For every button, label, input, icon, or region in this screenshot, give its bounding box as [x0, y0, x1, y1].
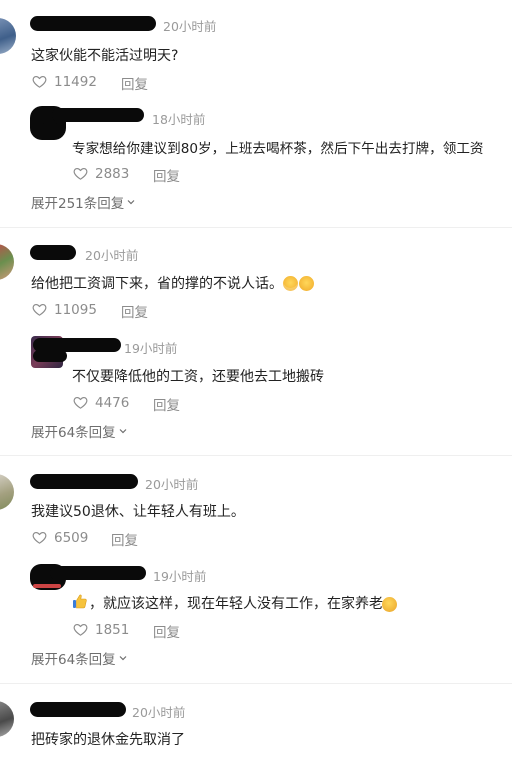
username-redacted[interactable] — [52, 108, 144, 122]
comment-time: 20小时前 — [85, 248, 139, 263]
heart-outline-icon — [73, 623, 88, 636]
reply-button[interactable]: 回复 — [153, 165, 180, 185]
like-count: 6509 — [54, 529, 89, 546]
username-redacted[interactable] — [30, 702, 126, 717]
like-button[interactable]: 4476 — [72, 394, 129, 411]
face-covering-emoji-icon — [382, 595, 397, 614]
reply-time: 19小时前 — [153, 569, 207, 584]
like-count: 4476 — [95, 394, 130, 411]
like-button[interactable]: 1851 — [72, 621, 129, 638]
comment-time: 20小时前 — [145, 477, 199, 492]
heart-outline-icon — [32, 531, 47, 544]
reply-text: 专家想给你建议到80岁，上班去喝杯茶，然后下午出去打牌，领工资 — [72, 141, 484, 157]
avatar[interactable] — [0, 18, 16, 54]
comment-text: 把砖家的退休金先取消了 — [31, 732, 185, 748]
reply-text: ，就应该这样，现在年轻人没有工作，在家养老 — [89, 596, 383, 612]
expand-replies-label: 展开251条回复 — [31, 196, 125, 212]
heart-outline-icon — [73, 167, 88, 180]
username-redacted[interactable] — [30, 245, 76, 260]
comment-text: 这家伙能不能活过明天? — [31, 48, 179, 64]
like-count: 1851 — [95, 621, 130, 638]
username-redacted[interactable] — [30, 474, 138, 489]
chevron-down-icon — [127, 200, 135, 205]
avatar[interactable] — [0, 244, 14, 280]
like-button[interactable]: 11095 — [31, 301, 97, 318]
comment-text: 给他把工资调下来，省的撑的不说人话。 — [31, 276, 283, 292]
heart-outline-icon — [32, 303, 47, 316]
grinning-emoji-icon — [283, 274, 314, 293]
comment-time: 20小时前 — [132, 705, 186, 720]
avatar — [33, 584, 61, 588]
expand-replies-button[interactable]: 展开64条回复 — [31, 421, 128, 441]
reply-button[interactable]: 回复 — [111, 529, 138, 549]
chevron-down-icon — [119, 656, 127, 661]
like-count: 11095 — [54, 301, 97, 318]
avatar[interactable] — [0, 474, 14, 510]
reply-button[interactable]: 回复 — [153, 621, 180, 641]
divider — [0, 455, 512, 456]
username-redacted[interactable] — [30, 16, 156, 31]
like-count: 11492 — [54, 73, 97, 90]
username-redacted[interactable] — [33, 350, 67, 362]
reply-time: 18小时前 — [152, 112, 206, 127]
thumbs-up-emoji-icon — [72, 593, 88, 609]
divider — [0, 227, 512, 228]
like-button[interactable]: 6509 — [31, 529, 88, 546]
heart-outline-icon — [32, 75, 47, 88]
reply-button[interactable]: 回复 — [121, 73, 148, 93]
like-button[interactable]: 2883 — [72, 165, 129, 182]
username-redacted[interactable] — [50, 566, 146, 580]
avatar[interactable] — [0, 701, 14, 737]
reply-button[interactable]: 回复 — [121, 301, 148, 321]
reply-time: 19小时前 — [124, 341, 178, 356]
expand-replies-label: 展开64条回复 — [31, 652, 116, 668]
expand-replies-button[interactable]: 展开251条回复 — [31, 192, 136, 212]
chevron-down-icon — [119, 429, 127, 434]
comment-text: 我建议50退休、让年轻人有班上。 — [31, 504, 245, 520]
expand-replies-button[interactable]: 展开64条回复 — [31, 648, 128, 668]
heart-outline-icon — [73, 396, 88, 409]
username-redacted[interactable] — [40, 123, 60, 135]
divider — [0, 683, 512, 684]
reply-text: 不仅要降低他的工资，还要他去工地搬砖 — [72, 369, 324, 385]
reply-button[interactable]: 回复 — [153, 394, 180, 414]
expand-replies-label: 展开64条回复 — [31, 425, 116, 441]
like-button[interactable]: 11492 — [31, 73, 97, 90]
comment-time: 20小时前 — [163, 19, 217, 34]
like-count: 2883 — [95, 165, 130, 182]
